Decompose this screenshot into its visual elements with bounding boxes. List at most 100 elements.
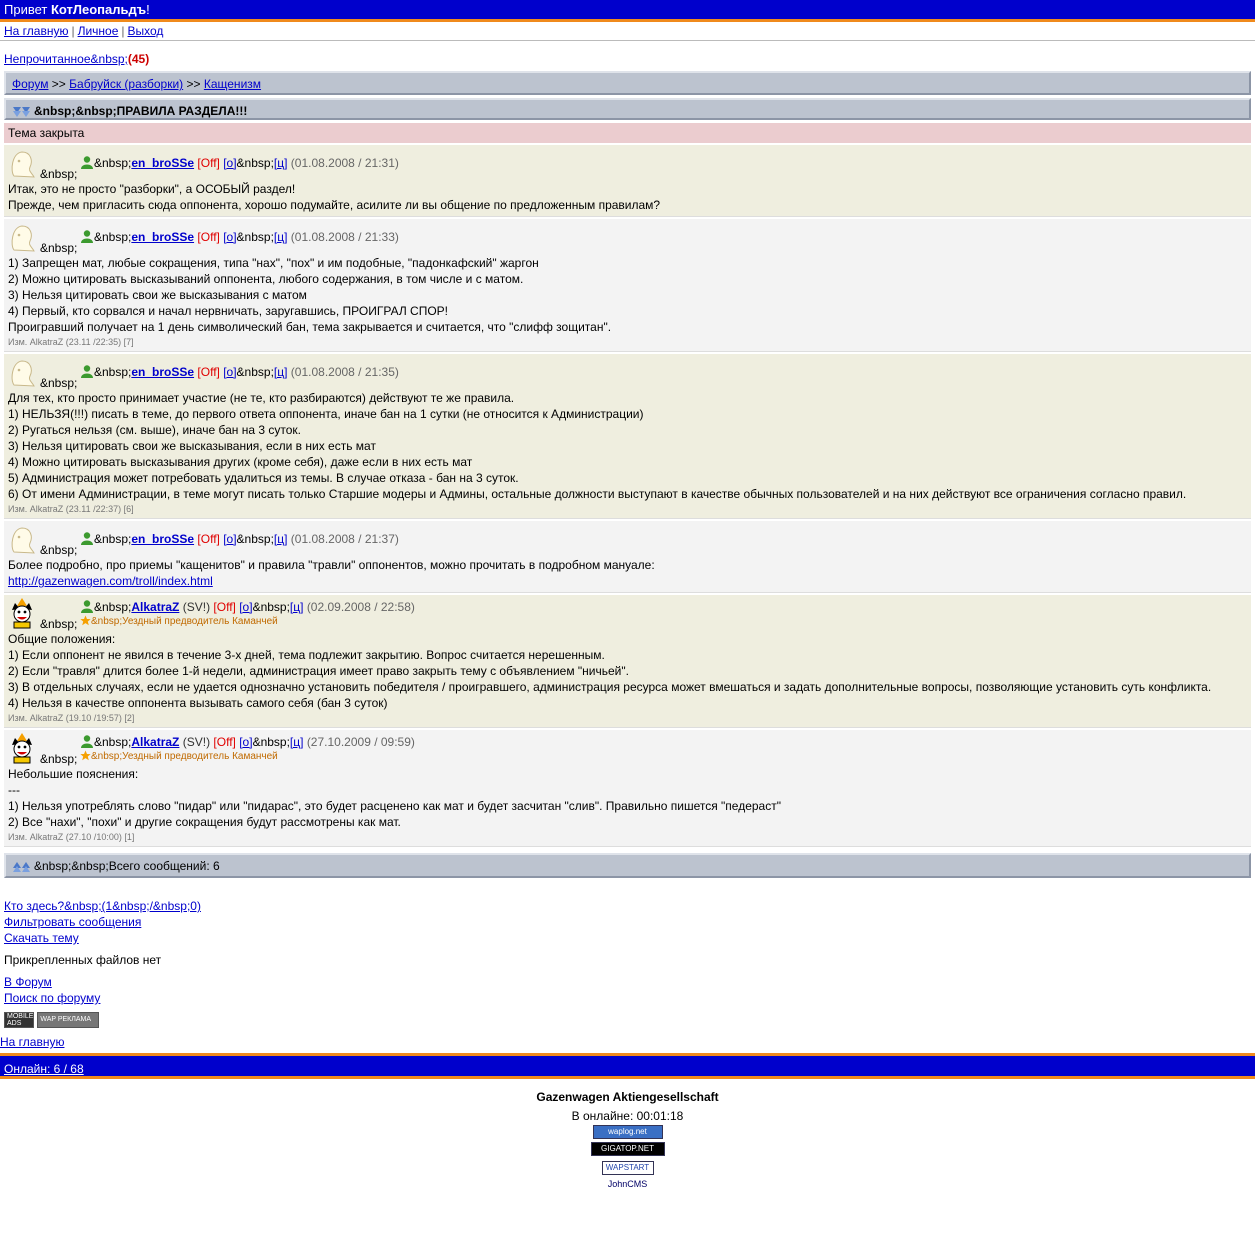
reply-link[interactable]: [о] (223, 156, 236, 170)
footer: Gazenwagen Aktiengesellschaft В онлайне:… (0, 1089, 1255, 1189)
off-status: [Off] (197, 230, 220, 244)
total-prefix: &nbsp;&nbsp; (34, 859, 109, 873)
to-forum-link[interactable]: В Форум (4, 975, 52, 989)
waplog-counter[interactable]: waplog.net (592, 1125, 663, 1139)
post-line: 2) Если "травля" длится более 1-й недели… (8, 664, 629, 678)
off-status: [Off] (197, 532, 220, 546)
post-line: 1) НЕЛЬЗЯ(!!!) писать в теме, до первого… (8, 407, 644, 421)
quote-link[interactable]: [ц] (274, 156, 288, 170)
username: КотЛеопальдъ (50, 2, 147, 17)
nbsp-text: &nbsp; (236, 156, 274, 170)
arrow-up-icon[interactable] (12, 861, 32, 873)
edit-note: Изм. AlkatraZ (19.10 /19:57) [2] (8, 713, 135, 723)
reply-link[interactable]: [о] (239, 600, 252, 614)
company-name: Gazenwagen Aktiengesellschaft (536, 1090, 719, 1104)
wap-ads-banner[interactable]: WAP РЕКЛАМА (37, 1012, 100, 1028)
wapstart-counter[interactable]: WAPSTART (601, 1161, 654, 1175)
author-link[interactable]: AlkatraZ (131, 600, 179, 614)
post-line: 4) Можно цитировать высказывания других … (8, 455, 473, 469)
total-bar: &nbsp;&nbsp;Всего сообщений: 6 (4, 853, 1251, 878)
post-text: Общие положения: 1) Если оппонент не явил… (8, 631, 1247, 711)
post-date: (01.08.2008 / 21:31) (290, 156, 399, 170)
nbsp-text: &nbsp; (40, 241, 78, 255)
exit-link[interactable]: Выход (128, 24, 164, 38)
off-status: [Off] (213, 735, 236, 749)
online-time: В онлайне: 00:01:18 (571, 1109, 684, 1123)
engine-name: JohnCMS (607, 1179, 648, 1189)
post-line: 2) Ругаться нельзя (см. выше), иначе бан… (8, 423, 301, 437)
user-status: &nbsp;Уездный предводитель Каманчей (80, 750, 278, 764)
greeting-bar: Привет КотЛеопальдъ! (0, 0, 1255, 22)
quote-link[interactable]: [ц] (274, 230, 288, 244)
post: &nbsp; &nbsp;en_broSSe [Off] [о]&nbsp;[ц]… (4, 521, 1251, 593)
unread-link[interactable]: Непрочитанное&nbsp; (4, 52, 128, 66)
nbsp-text: &nbsp; (94, 230, 132, 244)
online-bar: Онлайн: 6 / 68 (0, 1053, 1255, 1079)
nbsp-text: &nbsp; (40, 617, 78, 631)
quote-link[interactable]: [ц] (290, 735, 304, 749)
post-meta: &nbsp;en_broSSe [Off] [о]&nbsp;[ц] (01.0… (80, 229, 399, 246)
nbsp-text: &nbsp; (40, 543, 78, 557)
arrow-down-icon[interactable] (12, 106, 32, 118)
post-date: (02.09.2008 / 22:58) (306, 600, 415, 614)
banner-row: MOBILE ADS WAP РЕКЛАМА (4, 1012, 1255, 1028)
topic-links: Кто здесь?&nbsp;(1&nbsp;/&nbsp;0) Фильтр… (4, 898, 1255, 1006)
post-line: 3) Нельзя цитировать свои же высказывани… (8, 439, 376, 453)
breadcrumb-subsection[interactable]: Кащенизм (204, 77, 261, 91)
reply-link[interactable]: [о] (223, 365, 236, 379)
post-meta: &nbsp;AlkatraZ (SV!) [Off] [о]&nbsp;[ц] … (80, 599, 415, 616)
greeting-prefix: Привет (4, 2, 51, 17)
filter-link[interactable]: Фильтровать сообщения (4, 915, 141, 929)
post-header: &nbsp; &nbsp;AlkatraZ (SV!) [Off] [о]&nbs… (8, 732, 1247, 766)
total-count: Всего сообщений: 6 (108, 859, 220, 873)
nbsp-text: &nbsp; (252, 600, 290, 614)
off-status: [Off] (197, 156, 220, 170)
reply-link[interactable]: [о] (223, 532, 236, 546)
post-line: 1) Нельзя употреблять слово "пидар" или … (8, 799, 781, 813)
quote-link[interactable]: [ц] (290, 600, 304, 614)
search-forum-link[interactable]: Поиск по форуму (4, 991, 100, 1005)
topic-title: ПРАВИЛА РАЗДЕЛА!!! (116, 104, 248, 118)
avatar (8, 147, 36, 179)
author-link[interactable]: en_broSSe (131, 230, 194, 244)
breadcrumb-sep: >> (51, 77, 66, 91)
post-header: &nbsp; &nbsp;en_broSSe [Off] [о]&nbsp;[ц]… (8, 356, 1247, 390)
breadcrumb: Форум >> Бабруйск (разборки) >> Кащенизм (4, 71, 1251, 95)
post-line: 5) Администрация может потребовать удали… (8, 471, 519, 485)
reply-link[interactable]: [о] (239, 735, 252, 749)
gigatop-counter[interactable]: GIGATOP.NET (590, 1142, 665, 1156)
mobile-ads-banner[interactable]: MOBILE ADS (4, 1012, 34, 1028)
topic-prefix: &nbsp;&nbsp; (34, 104, 117, 118)
quote-link[interactable]: [ц] (274, 365, 288, 379)
personal-link[interactable]: Личное (78, 24, 119, 38)
post: &nbsp; &nbsp;en_broSSe [Off] [о]&nbsp;[ц]… (4, 219, 1251, 352)
star-icon (80, 615, 91, 629)
author-link[interactable]: en_broSSe (131, 365, 194, 379)
post-date: (01.08.2008 / 21:37) (290, 532, 399, 546)
nbsp-text: &nbsp; (40, 376, 78, 390)
download-link[interactable]: Скачать тему (4, 931, 79, 945)
post-list: &nbsp; &nbsp;en_broSSe [Off] [о]&nbsp;[ц]… (0, 145, 1255, 847)
manual-link[interactable]: http://gazenwagen.com/troll/index.html (8, 574, 213, 588)
nbsp-text: &nbsp; (94, 532, 132, 546)
breadcrumb-section[interactable]: Бабруйск (разборки) (69, 77, 183, 91)
quote-link[interactable]: [ц] (274, 532, 288, 546)
home-link[interactable]: На главную (4, 24, 68, 38)
sv-badge: (SV!) (182, 735, 211, 749)
home-link-bottom[interactable]: На главную (0, 1035, 64, 1049)
post-text: Итак, это не просто "разборки", а ОСОБЫЙ… (8, 181, 1247, 213)
author-link[interactable]: AlkatraZ (131, 735, 179, 749)
post-header: &nbsp; &nbsp;en_broSSe [Off] [о]&nbsp;[ц]… (8, 523, 1247, 557)
post: &nbsp; &nbsp;en_broSSe [Off] [о]&nbsp;[ц]… (4, 354, 1251, 519)
post-meta: &nbsp;en_broSSe [Off] [о]&nbsp;[ц] (01.0… (80, 531, 399, 548)
breadcrumb-forum[interactable]: Форум (12, 77, 48, 91)
who-here-link[interactable]: Кто здесь?&nbsp;(1&nbsp;/&nbsp;0) (4, 899, 201, 913)
online-count-link[interactable]: Онлайн: 6 / 68 (4, 1062, 84, 1076)
author-link[interactable]: en_broSSe (131, 532, 194, 546)
post-line: Итак, это не просто "разборки", а ОСОБЫЙ… (8, 182, 296, 196)
post-meta: &nbsp;en_broSSe [Off] [о]&nbsp;[ц] (01.0… (80, 155, 399, 172)
nbsp-text: &nbsp; (236, 532, 274, 546)
author-link[interactable]: en_broSSe (131, 156, 194, 170)
reply-link[interactable]: [о] (223, 230, 236, 244)
nbsp-text: &nbsp; (40, 752, 78, 766)
